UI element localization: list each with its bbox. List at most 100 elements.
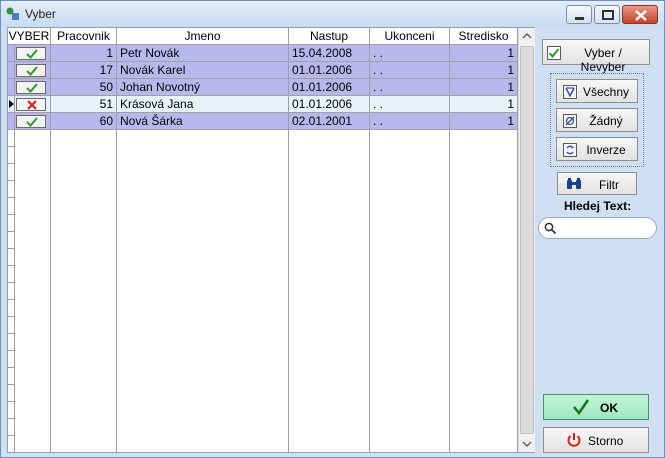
- cell-ukonceni: . .: [370, 96, 450, 112]
- grid-column-line: [369, 130, 370, 452]
- maximize-icon: [602, 10, 614, 20]
- cell-pracovnik: 17: [51, 62, 117, 78]
- cell-nastup: 15.04.2008: [289, 45, 370, 61]
- grid-column-line: [116, 130, 117, 452]
- cell-pracovnik: 60: [51, 113, 117, 129]
- minimize-icon: [575, 17, 584, 20]
- row-indicator: [8, 62, 15, 78]
- dialog-window: Vyber VYBER Pracovnik Jmeno Nastup Ukonc…: [0, 0, 665, 458]
- current-row-arrow-icon: [9, 100, 14, 108]
- table-row[interactable]: 60 Nová Šárka 02.01.2001. .1: [8, 113, 518, 130]
- power-icon: [567, 433, 581, 447]
- employee-grid[interactable]: VYBER Pracovnik Jmeno Nastup Ukonceni St…: [7, 27, 535, 453]
- search-label: Hledej Text:: [564, 199, 632, 213]
- cell-stredisko: 1: [450, 96, 518, 112]
- invert-icon: [563, 143, 577, 157]
- cross-icon: [27, 100, 37, 110]
- cell-pracovnik: 50: [51, 79, 117, 95]
- cell-jmeno: Johan Novotný: [117, 79, 289, 95]
- cell-jmeno: Petr Novák: [117, 45, 289, 61]
- column-header-nastup[interactable]: Nastup: [289, 28, 370, 45]
- minimize-button[interactable]: [566, 5, 592, 24]
- cell-ukonceni: . .: [370, 45, 450, 61]
- search-input[interactable]: [559, 221, 653, 236]
- column-header-pracovnik[interactable]: Pracovnik: [51, 28, 117, 45]
- ok-button[interactable]: OK: [543, 394, 649, 420]
- table-row[interactable]: 50 Johan Novotný 01.01.2006. .1: [8, 79, 518, 96]
- select-all-icon: [563, 85, 577, 99]
- close-window-button[interactable]: [622, 5, 658, 24]
- cell-stredisko: 1: [450, 62, 518, 78]
- cell-vyber[interactable]: [15, 45, 51, 61]
- check-toggle-on[interactable]: [16, 115, 46, 128]
- invert-label: Inverze: [586, 143, 626, 157]
- row-indicator: [8, 113, 15, 129]
- column-header-stredisko[interactable]: Stredisko: [450, 28, 518, 45]
- cancel-button[interactable]: Storno: [543, 427, 649, 453]
- filter-button[interactable]: Filtr: [557, 172, 637, 195]
- checkbox-checked-icon: [547, 46, 561, 60]
- cell-vyber[interactable]: [15, 62, 51, 78]
- scroll-thumb[interactable]: [520, 46, 534, 434]
- check-toggle-on[interactable]: [16, 64, 46, 77]
- cell-nastup: 01.01.2006: [289, 96, 370, 112]
- ok-label: OK: [600, 401, 618, 415]
- title-bar: Vyber: [1, 1, 664, 27]
- checkmark-icon: [26, 49, 38, 59]
- maximize-button[interactable]: [594, 5, 620, 24]
- column-header-ukonceni[interactable]: Ukonceni: [370, 28, 450, 45]
- select-none-icon: [563, 114, 577, 128]
- chevron-down-icon: [522, 441, 532, 448]
- cell-nastup: 02.01.2001: [289, 113, 370, 129]
- table-row[interactable]: 1 Petr Novák 15.04.2008. .1: [8, 45, 518, 62]
- cell-jmeno: Novák Karel: [117, 62, 289, 78]
- table-row[interactable]: 51 Krásová Jana 01.01.2006. .1: [8, 96, 518, 113]
- cell-ukonceni: . .: [370, 79, 450, 95]
- checkmark-icon: [26, 66, 38, 76]
- column-header-vyber[interactable]: VYBER: [8, 28, 51, 45]
- checkmark-icon: [26, 83, 38, 93]
- cell-jmeno: Krásová Jana: [117, 96, 289, 112]
- cell-stredisko: 1: [450, 79, 518, 95]
- row-indicator: [8, 96, 15, 112]
- cell-stredisko: 1: [450, 113, 518, 129]
- cell-vyber[interactable]: [15, 113, 51, 129]
- scroll-up-button[interactable]: [519, 28, 535, 45]
- cell-pracovnik: 1: [51, 45, 117, 61]
- toggle-select-label: Vyber / Nevyber: [580, 46, 626, 74]
- grid-column-line: [288, 130, 289, 452]
- search-box[interactable]: [538, 217, 657, 239]
- check-toggle-off[interactable]: [16, 98, 46, 111]
- checkmark-icon: [573, 399, 590, 416]
- cell-ukonceni: . .: [370, 62, 450, 78]
- grid-column-line: [50, 130, 51, 452]
- select-all-button[interactable]: Všechny: [556, 79, 638, 103]
- vertical-scrollbar[interactable]: [518, 28, 535, 452]
- cell-vyber[interactable]: [15, 79, 51, 95]
- row-indicator: [8, 45, 15, 61]
- window-title: Vyber: [25, 7, 56, 21]
- select-all-label: Všechny: [582, 85, 630, 99]
- check-toggle-on[interactable]: [16, 81, 46, 94]
- close-icon: [635, 10, 647, 21]
- cell-jmeno: Nová Šárka: [117, 113, 289, 129]
- cell-nastup: 01.01.2006: [289, 62, 370, 78]
- invert-selection-button[interactable]: Inverze: [556, 137, 638, 161]
- filter-label: Filtr: [599, 178, 619, 192]
- chevron-up-icon: [522, 32, 532, 39]
- cell-nastup: 01.01.2006: [289, 79, 370, 95]
- row-indicator: [8, 79, 15, 95]
- table-row[interactable]: 17 Novák Karel 01.01.2006. .1: [8, 62, 518, 79]
- toggle-select-button[interactable]: Vyber / Nevyber: [542, 39, 650, 74]
- select-none-label: Žádný: [589, 114, 623, 128]
- cell-vyber[interactable]: [15, 96, 51, 112]
- cancel-label: Storno: [588, 434, 624, 448]
- grid-header: VYBER Pracovnik Jmeno Nastup Ukonceni St…: [8, 28, 518, 45]
- select-none-button[interactable]: Žádný: [556, 108, 638, 132]
- scroll-down-button[interactable]: [519, 435, 535, 452]
- column-header-jmeno[interactable]: Jmeno: [117, 28, 289, 45]
- check-toggle-on[interactable]: [16, 47, 46, 60]
- cell-pracovnik: 51: [51, 96, 117, 112]
- binoculars-icon: [567, 178, 581, 189]
- cell-ukonceni: . .: [370, 113, 450, 129]
